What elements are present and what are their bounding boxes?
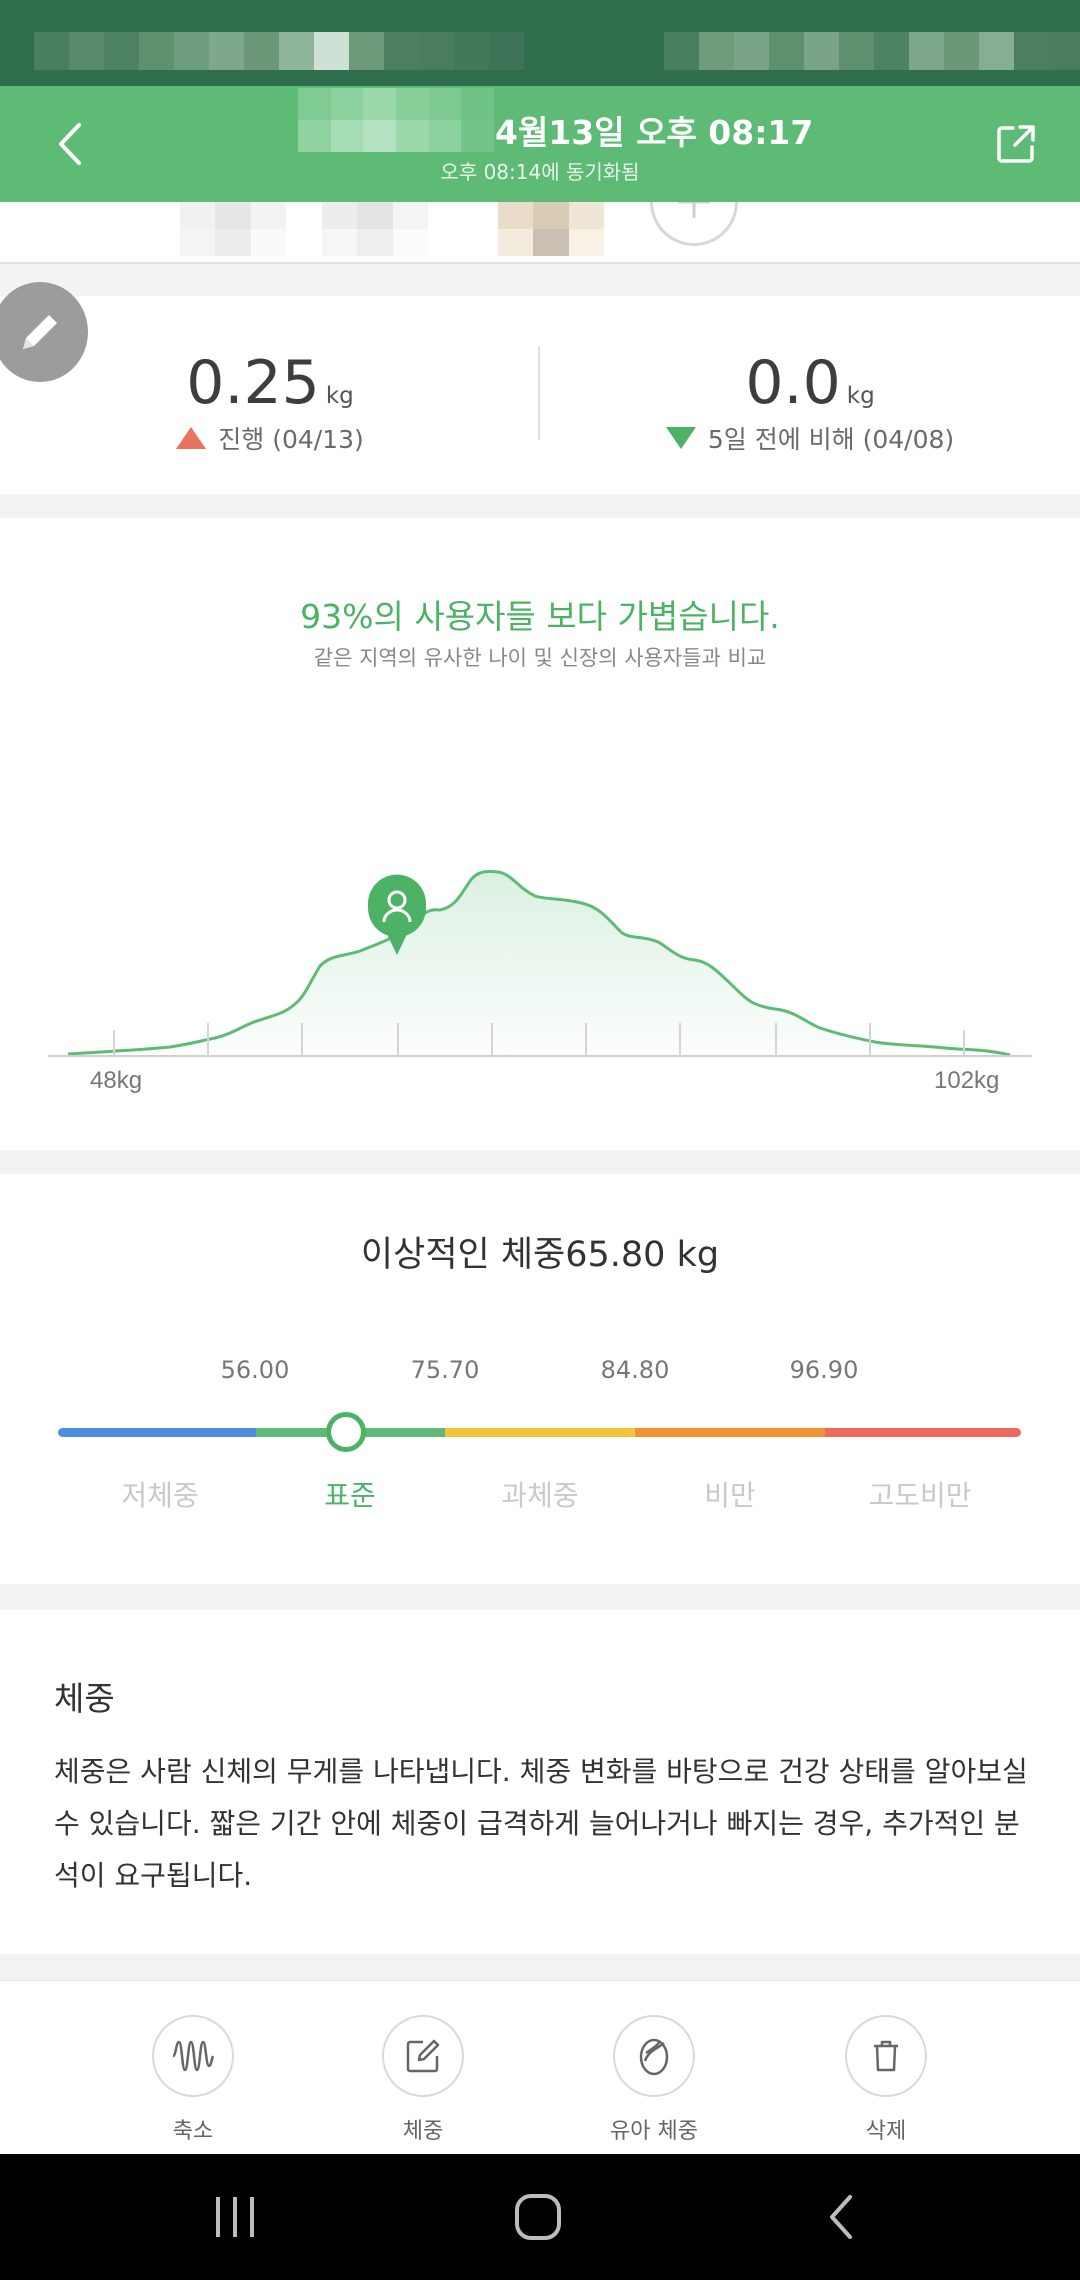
arrow-down-icon	[665, 427, 696, 449]
threshold-label: 96.90	[789, 1356, 859, 1384]
arrow-up-icon	[176, 427, 207, 449]
compare-note: 5일 전에 비해 (04/08)	[707, 425, 955, 454]
axis-min-label: 48kg	[90, 1067, 142, 1094]
weight-change-card: 0.25 kg 진행 (04/13) 0.0 kg 5일 전에 비해 (04/08)	[0, 296, 1080, 494]
status-right-blur	[664, 32, 1080, 70]
compare-unit: kg	[846, 383, 875, 409]
progress-unit: kg	[325, 383, 354, 409]
sync-status: 오후 08:14에 동기화됨	[440, 160, 640, 184]
axis-max-label: 102kg	[934, 1067, 999, 1094]
distribution-area	[68, 871, 1010, 1055]
action-label: 삭제	[865, 2119, 907, 2144]
trash-icon	[874, 2040, 898, 2072]
baby-weight-button[interactable]: 유아 체중	[584, 2015, 724, 2145]
threshold-label: 56.00	[220, 1356, 290, 1384]
progress-note: 진행 (04/13)	[218, 425, 364, 454]
external-link-icon	[997, 125, 1035, 163]
action-bar: 축소 체중 유아 체중 삭제	[0, 1980, 1080, 2154]
bar-segment-overweight	[445, 1428, 635, 1437]
baby-icon	[639, 2038, 669, 2076]
page-title: 4월13일 오후 08:17	[495, 113, 814, 152]
profile-strip	[0, 202, 1080, 264]
add-profile-button[interactable]	[650, 202, 738, 246]
waveform-icon	[172, 2040, 215, 2072]
bar-segment-obese	[635, 1428, 825, 1437]
progress-value: 0.25	[186, 348, 320, 418]
avatar[interactable]	[498, 202, 604, 256]
description-card: 체중 체중은 사람 신체의 무게를 나타냅니다. 체중 변화를 바탕으로 건강 …	[0, 1610, 1080, 1954]
category-severely-obese: 고도비만	[868, 1479, 972, 1512]
action-label: 축소	[172, 2119, 214, 2144]
back-icon	[830, 2195, 852, 2239]
category-overweight: 과체중	[501, 1479, 579, 1512]
pencil-icon	[23, 315, 57, 349]
recent-apps-button[interactable]	[190, 2182, 280, 2252]
category-normal: 표준	[324, 1479, 376, 1512]
category-underweight: 저체중	[121, 1479, 199, 1512]
edit-icon	[406, 2039, 440, 2073]
distribution-chart: 48kg 102kg	[48, 869, 1032, 1094]
avatar[interactable]	[180, 202, 286, 256]
threshold-label: 75.70	[410, 1356, 480, 1384]
system-nav-bar	[0, 2154, 1080, 2280]
bar-segment-severely-obese	[825, 1428, 1021, 1437]
threshold-label: 84.80	[600, 1356, 670, 1384]
current-weight-marker	[326, 1412, 366, 1452]
progress-change: 0.25 kg 진행 (04/13)	[0, 348, 540, 456]
delete-button[interactable]: 삭제	[816, 2015, 956, 2145]
category-obese: 비만	[704, 1479, 756, 1512]
bar-segment-underweight	[58, 1428, 256, 1437]
action-label: 체중	[402, 2119, 444, 2144]
share-button[interactable]	[986, 114, 1046, 174]
recent-apps-icon	[216, 2197, 254, 2237]
status-left-blur	[34, 32, 524, 70]
weight-entry-button[interactable]: 체중	[353, 2015, 493, 2145]
user-name-blur	[298, 88, 494, 152]
avatar[interactable]	[322, 202, 428, 256]
app-header: 4월13일 오후 08:17 오후 08:14에 동기화됨	[0, 86, 1080, 202]
ideal-weight-card: 이상적인 체중65.80 kg 56.00 75.70 84.80 96.90 …	[0, 1174, 1080, 1584]
description-text: 체중은 사람 신체의 무게를 나타냅니다. 체중 변화를 바탕으로 건강 상태를…	[54, 1755, 1028, 1892]
home-button[interactable]	[493, 2182, 583, 2252]
compare-change: 0.0 kg 5일 전에 비해 (04/08)	[540, 348, 1080, 456]
system-back-button[interactable]	[796, 2182, 886, 2252]
compare-value: 0.0	[745, 348, 841, 418]
distribution-card: 93%의 사용자들 보다 가볍습니다. 같은 지역의 유사한 나이 및 신장의 …	[0, 518, 1080, 1150]
description-title: 체중	[54, 1679, 115, 1718]
action-label: 유아 체중	[610, 2119, 698, 2144]
ideal-weight-title: 이상적인 체중65.80 kg	[360, 1235, 720, 1275]
collapse-button[interactable]: 축소	[123, 2015, 263, 2145]
status-bar	[0, 0, 1080, 86]
home-icon	[515, 2194, 561, 2240]
plus-icon	[678, 202, 710, 218]
